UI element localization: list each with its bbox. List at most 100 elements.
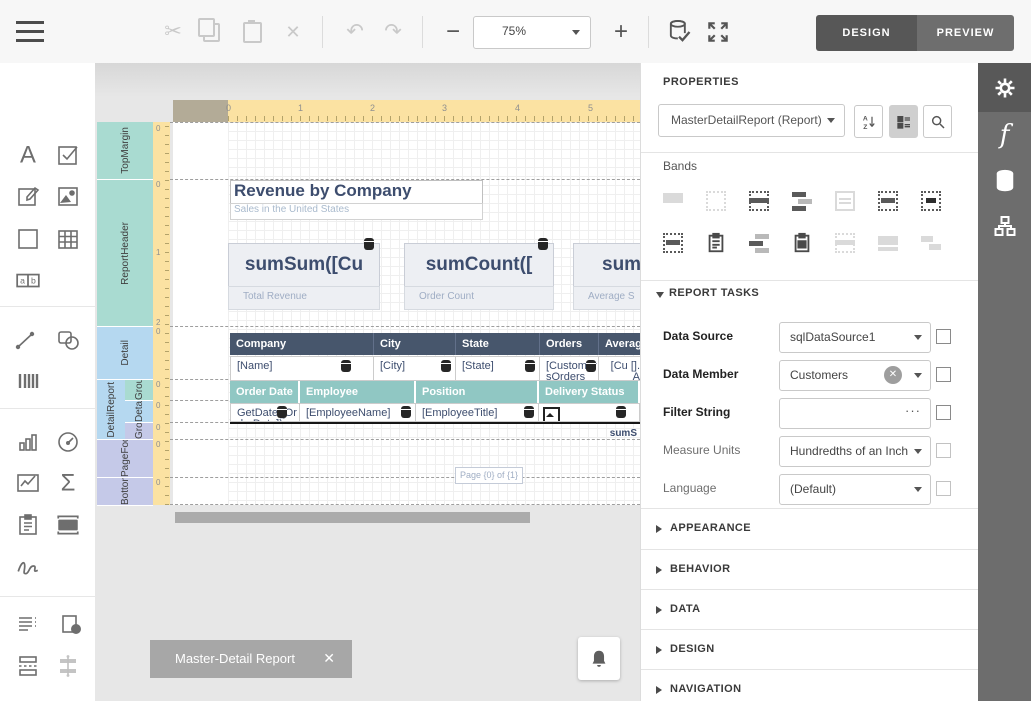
data-source-select[interactable]: sqlDataSource1 [779,322,931,353]
band-top-margin[interactable]: TopMargin [97,122,153,180]
toolbox-separator [0,596,95,597]
field-list-tab-button[interactable] [978,158,1031,204]
table-of-contents-icon[interactable] [11,608,45,642]
line-control[interactable] [230,422,640,424]
cross-band-box-icon[interactable] [11,693,45,701]
picture-box-icon[interactable] [51,179,85,213]
document-tab[interactable]: Master-Detail Report ✕ [150,640,352,678]
table-icon[interactable] [51,222,85,256]
subreport-icon[interactable] [11,508,45,542]
section-data[interactable]: DATA [641,590,978,630]
language-checkbox[interactable] [936,481,951,496]
signature-icon[interactable] [11,549,45,583]
band-group-header[interactable]: GroupHeader [125,380,153,401]
band-group-footer[interactable]: GroupFooter [125,423,153,440]
chart-icon[interactable] [11,425,45,459]
report-structure-tab-button[interactable] [978,203,1031,249]
band-icon-detail[interactable] [747,190,771,212]
band-icon-sub-band[interactable] [704,232,728,254]
band-report-header[interactable]: ReportHeader [97,180,153,327]
summary-average-sales[interactable]: sum Average S [573,243,640,310]
band-bottom-margin[interactable]: BottomMargin [97,478,153,506]
report-subtitle-label[interactable]: Sales in the United States [230,203,483,220]
group-by-category-button[interactable] [889,105,918,138]
main-toolbar: ✂ ✕ ↶ ↷ − 75% + DESIGN PREVIEW [0,0,1031,63]
summary-total-revenue[interactable]: sumSum([Cu Total Revenue [228,243,380,310]
redo-icon[interactable]: ↷ [378,17,408,47]
undo-icon[interactable]: ↶ [340,17,370,47]
band-icon-bottom-margin[interactable] [661,232,685,254]
zoom-in-icon[interactable]: + [606,17,636,47]
validate-bindings-icon[interactable] [665,18,693,51]
summary-order-count[interactable]: sumCount([ Order Count [404,243,554,310]
band-icon-group-footer[interactable] [747,232,771,254]
page-info-control[interactable]: Page {0} of {1} [455,467,523,484]
notifications-button[interactable] [578,637,620,680]
section-behavior[interactable]: BEHAVIOR [641,550,978,590]
control-toolbox: A ab Σ PDF [0,63,95,701]
section-appearance[interactable]: APPEARANCE [641,509,978,549]
band-icon-group-header[interactable] [790,190,814,212]
check-box-icon[interactable] [51,138,85,172]
search-button[interactable] [923,105,952,138]
detail-table-header[interactable]: Order Date Employee Position Delivery St… [230,381,640,403]
band-detail1[interactable]: Detail [125,401,153,423]
zoom-select[interactable]: 75% [473,16,591,49]
report-title-label[interactable]: Revenue by Company [230,180,483,204]
panel-icon[interactable] [11,222,45,256]
cut-icon[interactable]: ✂ [158,17,188,47]
horizontal-scrollbar[interactable] [175,512,530,523]
preview-tab[interactable]: PREVIEW [917,15,1014,51]
element-selector[interactable]: MasterDetailReport (Report) [658,104,845,137]
line-icon[interactable] [8,323,42,357]
cross-band-line-icon[interactable] [51,649,85,683]
band-detail[interactable]: Detail [97,327,153,380]
language-select[interactable]: (Default) [779,474,931,505]
detail-table-row[interactable]: GetDate([OrderDate]) [EmployeeName] [Emp… [230,403,640,422]
copy-icon[interactable] [203,23,220,42]
design-tab[interactable]: DESIGN [816,15,917,51]
filter-string-checkbox[interactable] [936,405,951,420]
clear-icon[interactable]: ✕ [884,366,902,384]
pdf-content-icon[interactable]: PDF [51,508,85,542]
band-icon-page-footer[interactable] [876,190,900,212]
section-navigation[interactable]: NAVIGATION [641,670,978,701]
page-break-icon[interactable] [11,649,45,683]
rich-text-icon[interactable] [11,179,45,213]
expressions-tab-button[interactable]: f [978,112,1031,158]
filter-string-input[interactable]: ··· [779,398,931,429]
master-table-row[interactable]: [Name] [City] [State] [CustomersOrders [… [230,356,640,381]
properties-tab-button[interactable] [978,63,1031,112]
svg-text:Z: Z [863,123,867,130]
measure-units-select[interactable]: Hundredths of an Inch [779,436,931,467]
fullscreen-icon[interactable] [705,19,731,50]
band-icon-detail-report[interactable] [790,232,814,254]
band-icon-report-footer[interactable] [919,190,943,212]
label-icon[interactable]: A [11,138,45,172]
measure-units-checkbox[interactable] [936,443,951,458]
band-page-footer[interactable]: PageFooter [97,440,153,478]
character-comb-icon[interactable]: ab [11,263,45,297]
page-info-icon[interactable]: i [54,608,88,642]
paste-icon[interactable] [243,22,262,43]
report-tasks-header[interactable]: REPORT TASKS [641,287,979,305]
data-member-checkbox[interactable] [936,367,951,382]
master-table-header[interactable]: Company City State Orders Average [230,333,640,355]
sort-alphabetical-button[interactable]: AZ [854,105,883,138]
data-member-select[interactable]: Customers ✕ [779,360,931,391]
data-source-checkbox[interactable] [936,329,951,344]
chevron-collapsed-icon [656,525,662,533]
band-detail-report[interactable]: DetailReport [97,380,125,440]
section-design[interactable]: DESIGN [641,630,978,670]
pivot-grid-icon[interactable]: Σ [51,466,85,500]
group-footer-summary[interactable]: sumS [555,428,637,439]
gauge-icon[interactable] [51,425,85,459]
ellipsis-icon[interactable]: ··· [905,403,921,418]
shape-icon[interactable] [51,323,85,357]
delete-icon[interactable]: ✕ [278,17,308,47]
sparkline-icon[interactable] [11,466,45,500]
menu-icon[interactable] [16,21,44,42]
barcode-icon[interactable] [11,364,45,398]
zoom-out-icon[interactable]: − [438,17,468,47]
close-icon[interactable]: ✕ [323,650,335,667]
